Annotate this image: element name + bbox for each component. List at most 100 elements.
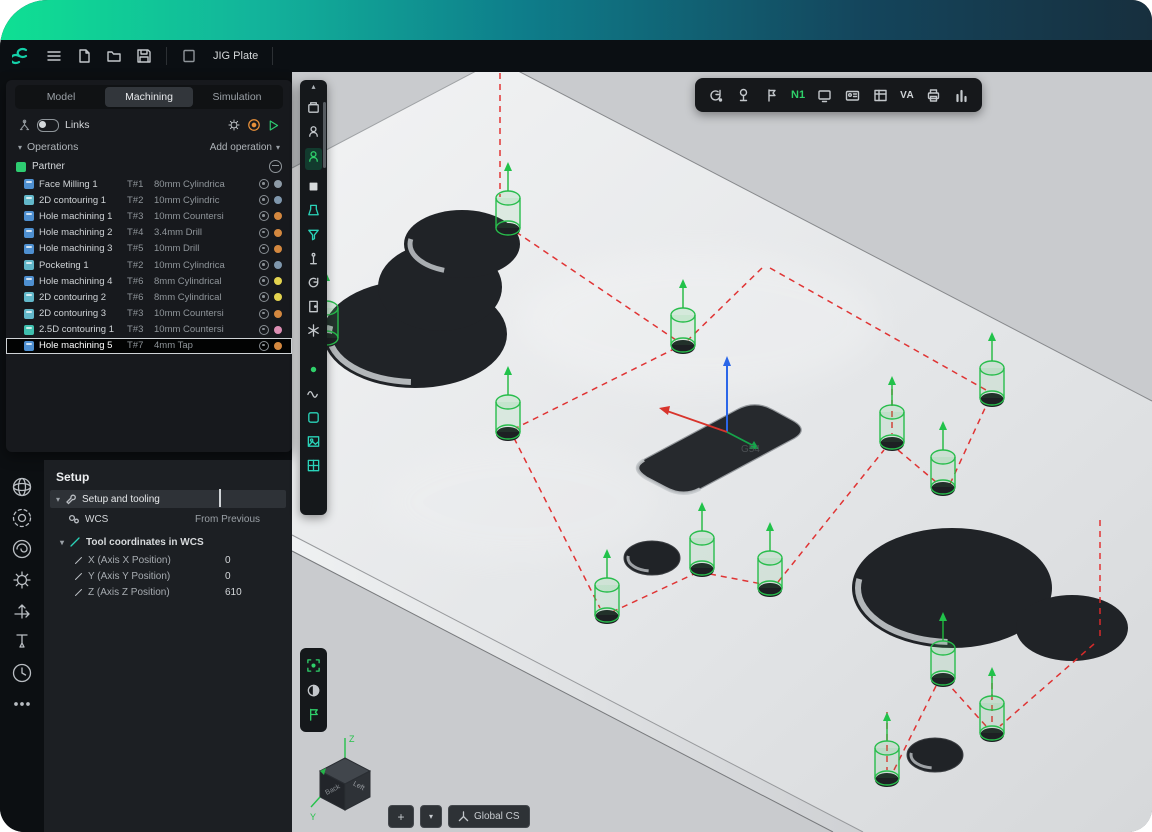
- setup-and-tooling-section[interactable]: ▾ Setup and tooling: [50, 490, 286, 508]
- tool-coordinates-header[interactable]: ▾ Tool coordinates in WCS: [44, 529, 292, 552]
- printer-icon[interactable]: [925, 87, 942, 104]
- probe-icon[interactable]: [735, 87, 752, 104]
- frame-icon[interactable]: [306, 658, 321, 673]
- operation-row[interactable]: Face Milling 1 T#1 80mm Cylindrica: [6, 176, 292, 192]
- toolbar-scrollbar[interactable]: [323, 102, 326, 168]
- operation-row[interactable]: Pocketing 1 T#2 10mm Cylindrica: [6, 257, 292, 273]
- view-cube[interactable]: Z Back Left Y: [308, 730, 390, 832]
- coordinate-row[interactable]: X (Axis X Position) 0: [44, 552, 292, 568]
- global-cs-button[interactable]: Global CS: [448, 805, 530, 828]
- operation-row[interactable]: 2D contouring 3 T#3 10mm Countersi: [6, 306, 292, 322]
- sheet-icon[interactable]: [872, 87, 889, 104]
- operation-row[interactable]: 2.5D contouring 1 T#3 10mm Countersi: [6, 322, 292, 338]
- operations-header[interactable]: ▾ Operations Add operation ▾: [6, 137, 292, 155]
- status-color-dot: [274, 310, 282, 318]
- tab[interactable]: Machining: [105, 87, 193, 107]
- operation-name: 2.5D contouring 1: [39, 324, 127, 335]
- visibility-toggle-icon[interactable]: [259, 179, 269, 189]
- operation-type-icon: [24, 341, 34, 351]
- visibility-toggle-icon[interactable]: [259, 195, 269, 205]
- add-operation-button[interactable]: Add operation ▾: [210, 142, 280, 153]
- mesh-icon[interactable]: [306, 458, 321, 473]
- stock-sphere-icon[interactable]: [11, 507, 33, 529]
- panel-scrollbar[interactable]: [219, 489, 221, 507]
- menu-icon[interactable]: [46, 48, 62, 64]
- tab[interactable]: Simulation: [193, 87, 281, 107]
- collapse-group-icon[interactable]: [269, 160, 282, 173]
- run-icon[interactable]: [267, 119, 280, 132]
- coordinate-row[interactable]: Z (Axis Z Position) 610: [44, 584, 292, 600]
- visibility-toggle-icon[interactable]: [259, 309, 269, 319]
- plane-icon[interactable]: [306, 410, 321, 425]
- funnel-icon[interactable]: [306, 227, 321, 242]
- operation-group-row[interactable]: Partner: [6, 155, 292, 176]
- coordinate-label: Y (Axis Y Position): [88, 571, 220, 582]
- coolant-icon[interactable]: [306, 323, 321, 338]
- texture-icon[interactable]: [306, 434, 321, 449]
- probe-icon[interactable]: [306, 251, 321, 266]
- tab[interactable]: Model: [17, 87, 105, 107]
- visibility-toggle-icon[interactable]: [259, 228, 269, 238]
- rotary-icon[interactable]: [306, 275, 321, 290]
- spindle-icon[interactable]: [306, 124, 321, 139]
- visibility-toggle-icon[interactable]: [259, 292, 269, 302]
- status-color-dot: [274, 180, 282, 188]
- visibility-toggle-icon[interactable]: [259, 325, 269, 335]
- viewport-3d[interactable]: G54: [292, 72, 1152, 832]
- target-icon[interactable]: [247, 118, 261, 132]
- machine-icon[interactable]: [306, 100, 321, 115]
- globe-icon[interactable]: [11, 476, 33, 498]
- open-file-icon[interactable]: [106, 48, 122, 64]
- hole-medium-2: [907, 738, 963, 772]
- axes-icon[interactable]: [11, 600, 33, 622]
- n1-label[interactable]: N1: [791, 89, 805, 101]
- links-toggle[interactable]: [37, 119, 59, 132]
- save-icon[interactable]: [136, 48, 152, 64]
- project-title: JIG Plate: [213, 50, 258, 62]
- wcs-row[interactable]: WCS From Previous: [44, 508, 292, 529]
- setup-icon[interactable]: [306, 149, 321, 164]
- operation-row[interactable]: Hole machining 5 T#7 4mm Tap: [6, 338, 292, 354]
- operation-row[interactable]: 2D contouring 2 T#6 8mm Cylindrical: [6, 289, 292, 305]
- links-label: Links: [65, 119, 90, 131]
- wcs-row-value: From Previous: [195, 514, 282, 525]
- spline-icon[interactable]: [306, 386, 321, 401]
- operation-row[interactable]: Hole machining 4 T#6 8mm Cylindrical: [6, 273, 292, 289]
- stats-icon[interactable]: [953, 87, 970, 104]
- swirl-icon[interactable]: [11, 538, 33, 560]
- scene-canvas[interactable]: G54: [292, 72, 1152, 832]
- stock-icon[interactable]: [306, 179, 321, 194]
- va-label[interactable]: VA: [900, 90, 914, 101]
- point-icon[interactable]: [306, 362, 321, 377]
- titlebar-separator-2: [272, 47, 273, 65]
- scroll-up-icon[interactable]: ▴: [311, 83, 315, 91]
- cs-dropdown-button[interactable]: ▾: [420, 805, 442, 828]
- settings-gear-icon[interactable]: [227, 118, 241, 132]
- fixture-icon[interactable]: [306, 203, 321, 218]
- visibility-toggle-icon[interactable]: [259, 260, 269, 270]
- operation-row[interactable]: Hole machining 2 T#4 3.4mm Drill: [6, 225, 292, 241]
- monitor-icon[interactable]: [816, 87, 833, 104]
- holder-icon[interactable]: [763, 87, 780, 104]
- operation-row[interactable]: Hole machining 3 T#5 10mm Drill: [6, 241, 292, 257]
- flag-icon[interactable]: [306, 707, 321, 722]
- more-icon[interactable]: [11, 693, 33, 715]
- visibility-toggle-icon[interactable]: [259, 276, 269, 286]
- gear-icon[interactable]: [11, 569, 33, 591]
- add-cs-button[interactable]: +: [388, 805, 414, 828]
- visibility-toggle-icon[interactable]: [259, 244, 269, 254]
- axis-slash-icon: [69, 536, 81, 548]
- operation-row[interactable]: Hole machining 1 T#3 10mm Countersi: [6, 208, 292, 224]
- id-card-icon[interactable]: [844, 87, 861, 104]
- door-icon[interactable]: [306, 299, 321, 314]
- operation-name: Pocketing 1: [39, 260, 127, 271]
- new-file-icon[interactable]: [76, 48, 92, 64]
- sync-icon[interactable]: [707, 87, 724, 104]
- visibility-toggle-icon[interactable]: [259, 341, 269, 351]
- time-icon[interactable]: [11, 662, 33, 684]
- operation-row[interactable]: 2D contouring 1 T#2 10mm Cylindric: [6, 192, 292, 208]
- coordinate-row[interactable]: Y (Axis Y Position) 0: [44, 568, 292, 584]
- shading-icon[interactable]: [306, 683, 321, 698]
- tool-icon[interactable]: [11, 631, 33, 653]
- visibility-toggle-icon[interactable]: [259, 211, 269, 221]
